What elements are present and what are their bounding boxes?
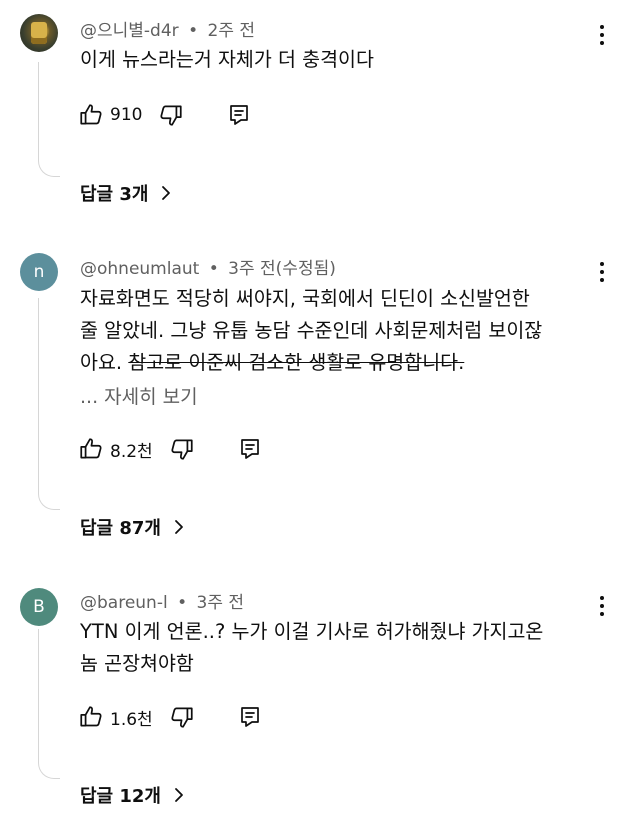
comment-time[interactable]: 3주 전: [197, 593, 245, 613]
thread-line: [38, 298, 60, 510]
author-handle[interactable]: @bareun-l: [80, 593, 168, 613]
comment-line: YTN 이게 언론..? 누가 이걸 기사로 허가해줬냐 가지고온: [80, 620, 544, 643]
like-count: 910: [110, 105, 143, 125]
replies-label: 답글 3개: [80, 184, 149, 205]
author-handle[interactable]: @ohneumlaut: [80, 259, 199, 279]
meta-separator: •: [208, 259, 219, 279]
avatar-letter: B: [33, 597, 45, 617]
comment-line: 줄 알았네. 그냥 유툽 농담 수준인데 사회문제처럼 보이잖: [80, 319, 543, 342]
like-count: 1.6천: [110, 709, 153, 730]
comment-line: 놈 곤장쳐야함: [80, 652, 194, 675]
comment-line: 아요. 참고로 이준씨 검소한 생활로 유명합니다.: [80, 347, 600, 379]
view-replies-button[interactable]: 답글 12개: [80, 782, 185, 808]
thumb-down-icon[interactable]: [156, 100, 186, 130]
comment-line: 자료화면도 적당히 써야지, 국회에서 딘딘이 소신발언한: [80, 287, 530, 310]
thread-line: [38, 62, 60, 177]
author-handle[interactable]: @으니별-d4r: [80, 21, 179, 41]
thumb-down-icon[interactable]: [167, 702, 197, 732]
thumb-down-icon[interactable]: [167, 434, 197, 464]
comment-line: 이게 뉴스라는거 자체가 더 충격이다: [80, 48, 374, 71]
reply-icon[interactable]: [224, 100, 254, 130]
reply-icon[interactable]: [235, 434, 265, 464]
comment-actions: 910: [76, 100, 254, 130]
comment-time[interactable]: 2주 전: [208, 21, 256, 41]
chevron-right-icon: [173, 787, 185, 803]
comment-line-text: 아요.: [80, 351, 123, 374]
view-replies-button[interactable]: 답글 87개: [80, 514, 185, 540]
chevron-right-icon: [160, 185, 172, 201]
replies-label: 답글 87개: [80, 518, 161, 539]
strikethrough-text: 참고로 이준씨 검소한 생활로 유명합니다.: [128, 351, 465, 374]
meta-separator: •: [188, 21, 199, 41]
avatar[interactable]: B: [20, 588, 58, 626]
replies-label: 답글 12개: [80, 786, 161, 807]
chevron-right-icon: [173, 519, 185, 535]
comment-text: 이게 뉴스라는거 자체가 더 충격이다: [80, 44, 600, 76]
comment-time[interactable]: 3주 전: [228, 259, 276, 279]
comment-actions: 1.6천: [76, 702, 265, 732]
comment-meta: @ohneumlaut • 3주 전(수정됨): [80, 254, 336, 279]
comment-meta: @으니별-d4r • 2주 전: [80, 16, 255, 41]
thumb-up-icon[interactable]: [76, 100, 106, 130]
avatar-letter: n: [33, 262, 45, 282]
like-count: 8.2천: [110, 441, 153, 462]
comment-text: YTN 이게 언론..? 누가 이걸 기사로 허가해줬냐 가지고온 놈 곤장쳐야…: [80, 616, 600, 680]
thumb-up-icon[interactable]: [76, 434, 106, 464]
comment-meta: @bareun-l • 3주 전: [80, 588, 244, 613]
meta-separator: •: [177, 593, 188, 613]
view-replies-button[interactable]: 답글 3개: [80, 180, 172, 206]
thumb-up-icon[interactable]: [76, 702, 106, 732]
reply-icon[interactable]: [235, 702, 265, 732]
comment-text: 자료화면도 적당히 써야지, 국회에서 딘딘이 소신발언한 줄 알았네. 그냥 …: [80, 283, 600, 379]
avatar[interactable]: [20, 14, 58, 52]
thread-line: [38, 629, 60, 779]
avatar[interactable]: n: [20, 253, 58, 291]
show-more-link[interactable]: ... 자세히 보기: [80, 382, 198, 409]
edited-label: (수정됨): [275, 259, 336, 279]
comment-actions: 8.2천: [76, 434, 265, 464]
more-vert-icon[interactable]: [592, 259, 612, 285]
